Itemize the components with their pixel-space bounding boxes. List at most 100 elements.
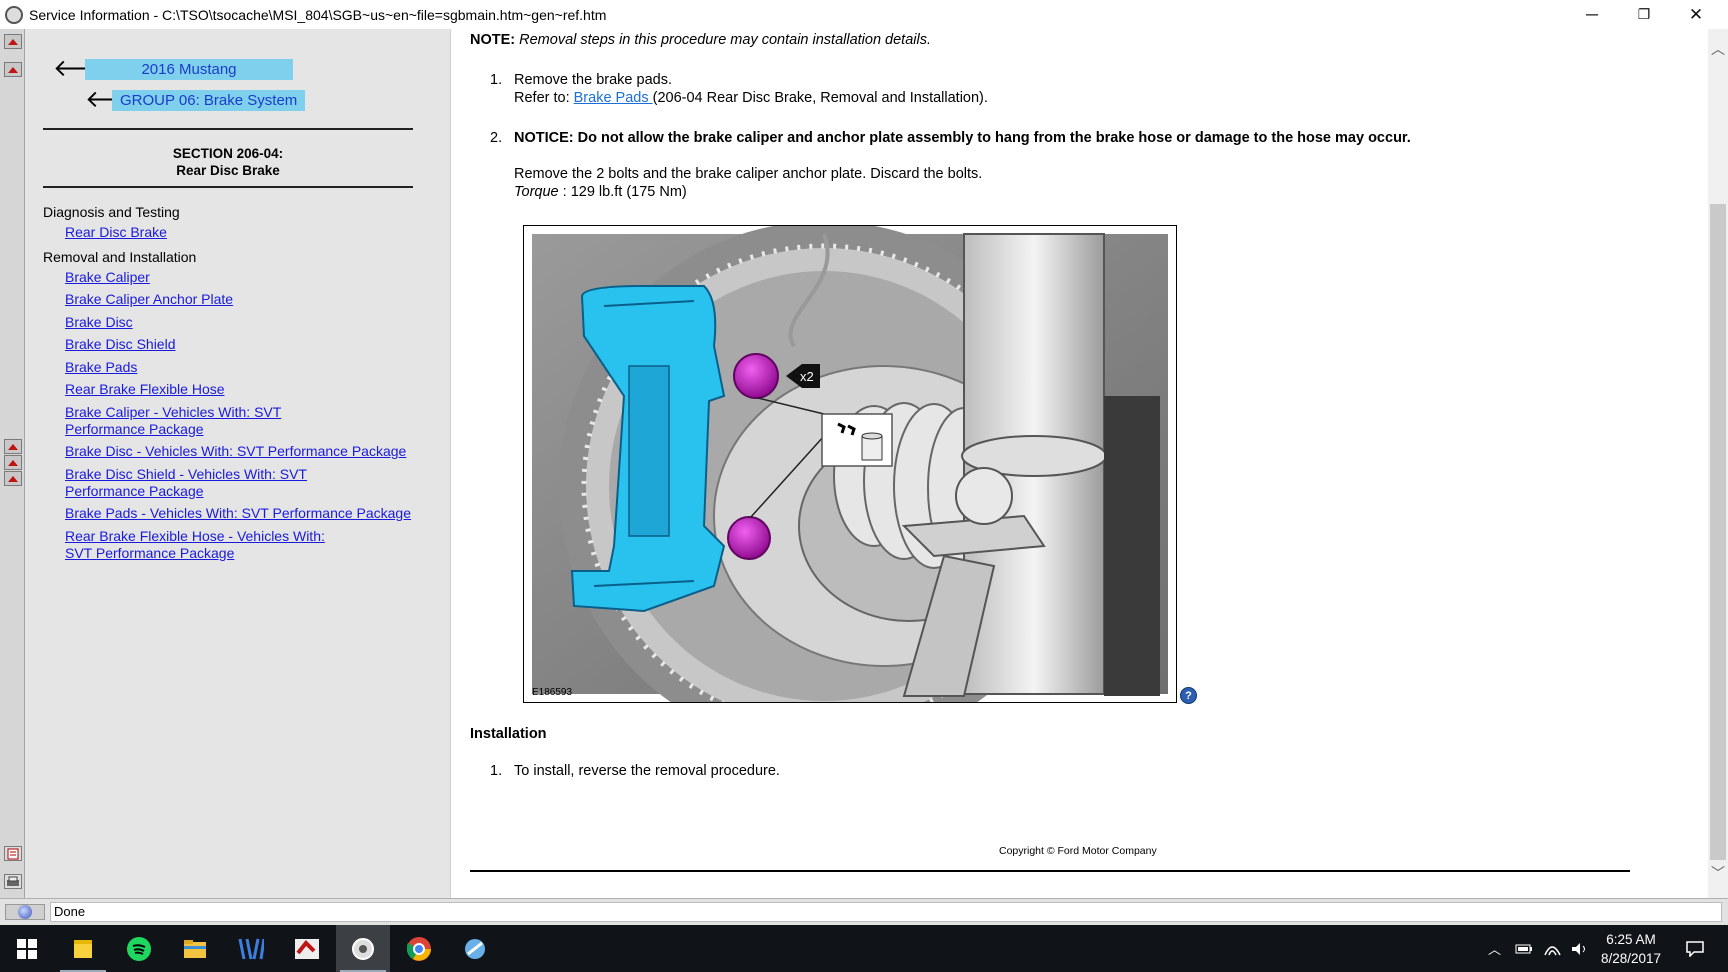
install-step-1: 1. To install, reverse the removal proce… [490, 762, 1090, 782]
quantity-callout: x2 [800, 369, 814, 384]
brake-assembly-illustration: x2 [532, 221, 1168, 751]
vertical-scrollbar[interactable]: ︿ ﹀ [1708, 29, 1728, 898]
copyright: Copyright © Ford Motor Company [999, 845, 1157, 857]
breadcrumb-group-label[interactable]: GROUP 06: Brake System [112, 89, 306, 111]
clock-date: 8/28/2017 [1600, 951, 1662, 966]
spotify-icon [127, 936, 151, 961]
vts-app-icon [238, 938, 264, 959]
window-title: Service Information - C:\TSO\tsocache\MS… [29, 6, 607, 23]
back-arrow-icon[interactable]: 🡐 [53, 57, 117, 81]
refer-line: Refer to: Brake Pads (206-04 Rear Disc B… [514, 89, 988, 107]
nav-button-b[interactable] [4, 455, 22, 470]
toc-heading-diagnosis: Diagnosis and Testing [43, 204, 180, 220]
step-text: Remove the 2 bolts and the brake caliper… [514, 166, 983, 182]
refer-suffix: (206-04 Rear Disc Brake, Removal and Ins… [652, 90, 988, 106]
step-number: 1. [490, 763, 503, 779]
toc-link-brake-disc-shield[interactable]: Brake Disc Shield [65, 336, 433, 353]
taskbar: ︿ 6:25 AM 8/28/2017 [0, 925, 1728, 972]
toc-link-disc-shield-svt[interactable]: Brake Disc Shield - Vehicles With: SVT P… [65, 466, 385, 500]
breadcrumb-group[interactable]: 🡐 GROUP 06: Brake System [85, 88, 306, 112]
print-button[interactable] [4, 874, 22, 889]
main-content: NOTE: Removal steps in this procedure ma… [452, 29, 1708, 898]
toc-link-caliper-svt[interactable]: Brake Caliper - Vehicles With: SVT Perfo… [65, 404, 365, 438]
step-number: 2. [490, 130, 503, 146]
taskbar-clock[interactable]: 6:25 AM 8/28/2017 [1592, 930, 1670, 968]
wifi-icon[interactable] [1543, 942, 1561, 956]
taskbar-app-ids[interactable] [448, 925, 502, 972]
taskbar-app-diagnostic[interactable] [280, 925, 334, 972]
section-name: Rear Disc Brake [176, 163, 280, 178]
action-center-button[interactable] [1670, 925, 1720, 972]
scroll-thumb[interactable] [1710, 204, 1726, 860]
step-1: 1. Remove the brake pads. Refer to: Brak… [490, 71, 1390, 111]
nav-button-c[interactable] [4, 471, 22, 486]
toc-link-brake-pads[interactable]: Brake Pads [65, 359, 433, 376]
procedure-figure: x2 E186593 [523, 221, 1177, 751]
restore-button[interactable]: ❐ [1618, 0, 1670, 29]
scroll-down-arrow-icon[interactable]: ﹀ [1708, 863, 1728, 883]
toc-link-brake-caliper[interactable]: Brake Caliper [65, 269, 433, 286]
step-2: 2. NOTICE: Do not allow the brake calipe… [490, 129, 1490, 209]
taskbar-chrome[interactable] [392, 925, 446, 972]
step-text: To install, reverse the removal procedur… [514, 763, 780, 779]
note: NOTE: Removal steps in this procedure ma… [470, 32, 931, 48]
divider [43, 186, 413, 188]
section-number: SECTION 206-04: [172, 146, 284, 161]
table-of-contents: Diagnosis and Testing Rear Disc Brake Re… [43, 201, 433, 567]
arrow-up-icon [8, 38, 18, 45]
toc-link-caliper-anchor-plate[interactable]: Brake Caliper Anchor Plate [65, 291, 433, 308]
torque-label: Torque [514, 184, 559, 200]
globe-icon [5, 904, 45, 920]
toc-link-disc-svt[interactable]: Brake Disc - Vehicles With: SVT Performa… [65, 443, 433, 460]
arrow-up-icon [8, 66, 18, 73]
service-info-icon [352, 937, 374, 960]
brake-pads-link[interactable]: Brake Pads [574, 90, 653, 106]
toc-link-hose-svt[interactable]: Rear Brake Flexible Hose - Vehicles With… [65, 528, 355, 562]
torque-line: Torque : 129 lb.ft (175 Nm) [514, 183, 687, 201]
taskbar-spotify[interactable] [112, 925, 166, 972]
sidebar: 🡐 2016 Mustang 🡐 GROUP 06: Brake System … [25, 29, 451, 898]
taskbar-app-vts[interactable] [224, 925, 278, 972]
start-button[interactable] [0, 925, 54, 972]
divider [470, 870, 1630, 872]
sticky-notes-icon [74, 939, 92, 958]
scroll-up-arrow-icon[interactable]: ︿ [1708, 39, 1728, 59]
toc-link-rear-flexible-hose[interactable]: Rear Brake Flexible Hose [65, 381, 433, 398]
back-arrow-icon[interactable]: 🡐 [85, 88, 149, 112]
divider [43, 128, 413, 130]
folder-icon [184, 939, 206, 958]
close-button[interactable]: ✕ [1670, 0, 1722, 29]
status-text: Done [50, 902, 1722, 922]
torque-value: : 129 lb.ft (175 Nm) [558, 184, 687, 200]
windows-logo-icon [17, 938, 37, 959]
status-bar: Done [0, 898, 1728, 925]
notification-icon [1686, 940, 1704, 957]
nav-up-button[interactable] [4, 34, 22, 49]
battery-icon[interactable] [1515, 943, 1533, 955]
taskbar-sticky-notes[interactable] [56, 925, 110, 972]
taskbar-service-information[interactable] [336, 925, 390, 972]
nav-button-a[interactable] [4, 439, 22, 454]
nav-up-button-2[interactable] [4, 62, 22, 77]
note-text: Removal steps in this procedure may cont… [519, 32, 931, 48]
ids-app-icon [465, 938, 485, 959]
toc-heading-removal: Removal and Installation [43, 249, 197, 265]
left-toolbar [0, 29, 25, 898]
volume-icon[interactable] [1571, 942, 1589, 956]
breadcrumb-vehicle-label[interactable]: 2016 Mustang [85, 58, 293, 80]
arrow-up-icon [8, 459, 18, 466]
toc-link-brake-disc[interactable]: Brake Disc [65, 314, 433, 331]
document-icon-button[interactable] [4, 846, 22, 861]
figure-id: E186593 [532, 687, 573, 698]
step-text: Remove the brake pads. [514, 72, 672, 88]
minimize-button[interactable]: ─ [1566, 0, 1618, 29]
show-hidden-icons-chevron-icon[interactable]: ︿ [1488, 939, 1501, 958]
installation-heading: Installation [470, 726, 547, 742]
taskbar-file-explorer[interactable] [168, 925, 222, 972]
notice-text: NOTICE: Do not allow the brake caliper a… [514, 130, 1411, 146]
help-icon[interactable]: ? [1180, 687, 1197, 704]
toc-link-rear-disc-brake[interactable]: Rear Disc Brake [65, 224, 433, 241]
step-number: 1. [490, 72, 503, 88]
breadcrumb-vehicle[interactable]: 🡐 2016 Mustang [53, 57, 293, 81]
toc-link-pads-svt[interactable]: Brake Pads - Vehicles With: SVT Performa… [65, 505, 433, 522]
